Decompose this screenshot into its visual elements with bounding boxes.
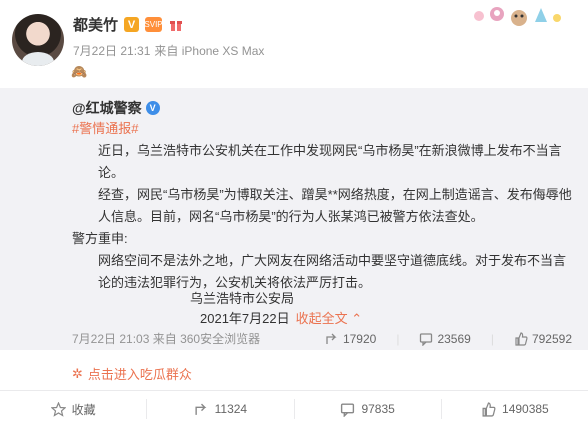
retweet-date: 2021年7月22日 xyxy=(200,311,290,326)
retweet-text: #警情通报# 近日，乌兰浩特市公安机关在工作中发现网民“乌市杨昊”在新浪微博上发… xyxy=(72,118,577,294)
share-icon xyxy=(325,332,339,346)
collapse-link[interactable]: 收起全文 ⌃ xyxy=(296,311,363,326)
post-body-emoji: 🙈 xyxy=(71,64,88,79)
share-button[interactable]: 11324 xyxy=(147,399,295,419)
retweet-stats: 17920 | 23569 | 792592 xyxy=(325,332,572,346)
retweet-like-button[interactable]: 792592 xyxy=(514,332,572,346)
retweet-paragraph: 警方重申: xyxy=(72,231,128,246)
retweet-date-line: 2021年7月22日 收起全文 ⌃ xyxy=(200,308,362,327)
retweet-footer: 7月22日 21:03 来自 360安全浏览器 17920 | 23569 | … xyxy=(72,330,572,347)
action-toolbar: 收藏 11324 97835 1490385 xyxy=(0,390,588,427)
divider: | xyxy=(490,331,494,346)
star-icon xyxy=(50,401,66,417)
gift-icon[interactable] xyxy=(168,17,184,32)
card-decoration-icon xyxy=(474,7,561,26)
comment-button[interactable]: 97835 xyxy=(295,399,442,419)
retweet-signature: 乌兰浩特市公安局 xyxy=(190,291,295,306)
comment-icon xyxy=(419,332,433,346)
divider: | xyxy=(396,331,400,346)
retweet-time[interactable]: 7月22日 21:03 xyxy=(72,330,149,347)
post-via: 来自 iPhone XS Max xyxy=(154,44,265,58)
chevron-up-icon: ⌃ xyxy=(351,311,363,326)
verified-icon: V xyxy=(145,101,160,115)
share-icon xyxy=(194,402,209,417)
retweet-card: @红城警察 V #警情通报# 近日，乌兰浩特市公安机关在工作中发现网民“乌市杨昊… xyxy=(0,88,588,350)
retweet-via: 来自 360安全浏览器 xyxy=(152,332,261,346)
post-timestamp[interactable]: 7月22日 21:31 xyxy=(73,44,150,58)
thumbs-up-icon xyxy=(514,331,528,346)
post-meta: 7月22日 21:31 来自 iPhone XS Max xyxy=(73,42,264,59)
thumbs-up-icon xyxy=(481,401,496,417)
author-name[interactable]: 都美竹 xyxy=(73,14,118,35)
svip-icon[interactable]: SVIP xyxy=(144,17,163,32)
retweet-paragraph: 近日，乌兰浩特市公安机关在工作中发现网民“乌市杨昊”在新浪微博上发布不当言论。 xyxy=(98,143,562,180)
avatar[interactable] xyxy=(12,14,64,66)
flower-icon: ✲ xyxy=(72,365,83,381)
comment-icon xyxy=(340,402,355,417)
retweet-comment-button[interactable]: 23569 xyxy=(419,332,471,346)
retweet-author: @红城警察 V xyxy=(72,98,160,118)
topic-tag[interactable]: #警情通报# xyxy=(72,121,138,136)
retweet-paragraph: 经查，网民“乌市杨昊”为博取关注、蹭昊**网络热度，在网上制造谣言、发布侮辱他人… xyxy=(98,187,572,224)
verified-icon[interactable]: V xyxy=(124,17,140,32)
favorite-button[interactable]: 收藏 xyxy=(0,399,148,419)
chaogua-link[interactable]: ✲ 点击进入吃瓜群众 xyxy=(72,364,192,383)
retweet-paragraph: 网络空间不是法外之地，广大网友在网络活动中要坚守道德底线。对于发布不当言论的违法… xyxy=(98,253,567,290)
retweet-author-name[interactable]: @红城警察 xyxy=(72,98,142,118)
retweet-share-button[interactable]: 17920 xyxy=(325,332,376,346)
post-author: 都美竹 V SVIP xyxy=(73,14,184,35)
like-button[interactable]: 1490385 xyxy=(442,399,588,419)
